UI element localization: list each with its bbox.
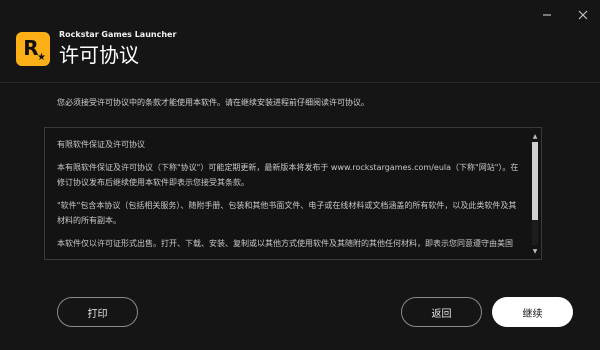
eula-textbox[interactable]: 有限软件保证及许可协议 本有限软件保证及许可协议（下称"协议"）可能定期更新，最…	[44, 127, 542, 260]
scroll-down-icon[interactable]: ▼	[531, 247, 539, 255]
close-icon[interactable]	[576, 8, 590, 22]
app-name: Rockstar Games Launcher	[59, 30, 177, 39]
scroll-thumb[interactable]	[532, 142, 538, 220]
intro-text: 您必须接受许可协议中的条款才能使用本软件。请在继续安装进程前仔细阅读许可协议。	[57, 98, 369, 107]
eula-paragraph: "软件"包含本协议（包括相关服务）、随附手册、包装和其他书面文件、电子或在线材料…	[57, 201, 517, 225]
header-divider	[0, 82, 600, 83]
scroll-track[interactable]	[532, 142, 538, 245]
eula-content: 有限软件保证及许可协议 本有限软件保证及许可协议（下称"协议"）可能定期更新，最…	[57, 137, 523, 259]
back-button[interactable]: 返回	[401, 297, 482, 327]
page-title: 许可协议	[59, 43, 139, 67]
star-icon: ★	[37, 52, 46, 63]
window-controls	[540, 8, 590, 22]
eula-paragraph: 本软件仅以许可证形式出售。打开、下载、安装、复制或以其他方式使用软件及其随附的其…	[57, 239, 513, 248]
scroll-up-icon[interactable]: ▲	[531, 132, 539, 140]
eula-paragraph: 有限软件保证及许可协议	[57, 140, 145, 149]
rockstar-logo: R ★	[16, 32, 50, 66]
header: R ★ Rockstar Games Launcher 许可协议	[16, 30, 176, 68]
minimize-icon[interactable]	[540, 8, 554, 22]
print-button[interactable]: 打印	[57, 297, 138, 327]
eula-paragraph: 本有限软件保证及许可协议（下称"协议"）可能定期更新，最新版本将发布于 www.…	[57, 163, 519, 187]
continue-button[interactable]: 继续	[492, 297, 573, 327]
eula-scrollbar[interactable]: ▲ ▼	[531, 132, 539, 255]
